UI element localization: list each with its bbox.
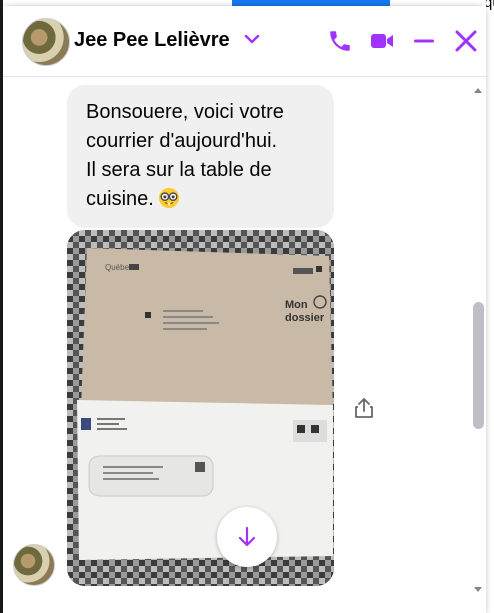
background-text: queb — [486, 0, 494, 11]
background-page-right: queb — [486, 0, 494, 613]
photo-attachment[interactable]: Québec Mon dossier — [67, 230, 334, 586]
chevron-down-icon[interactable] — [243, 30, 261, 48]
scrollbar-up-arrow-icon[interactable] — [473, 86, 483, 96]
message-line: Bonsouere, voici votre — [86, 101, 284, 123]
svg-text:Mon: Mon — [285, 299, 308, 311]
envelope-photo: Québec Mon dossier — [67, 230, 334, 586]
message-list: Bonsouere, voici votre courrier d'aujour… — [3, 77, 486, 613]
chat-header: Jee Pee Lelièvre — [3, 6, 486, 77]
message-line: Il sera sur la table de — [86, 159, 272, 181]
close-icon[interactable] — [453, 28, 479, 54]
avatar[interactable] — [22, 18, 70, 66]
message-text: Bonsouere, voici votre courrier d'aujour… — [86, 98, 326, 214]
scrollbar-thumb[interactable] — [473, 302, 484, 429]
message-line: courrier d'aujourd'hui. — [86, 130, 278, 152]
nerd-face-emoji — [158, 187, 179, 209]
scroll-down-button[interactable] — [217, 507, 277, 567]
share-icon[interactable] — [353, 397, 375, 419]
message-line: cuisine. — [86, 185, 326, 214]
sender-avatar[interactable] — [13, 544, 55, 586]
minimize-icon[interactable] — [411, 28, 437, 54]
chat-window: Jee Pee Lelièvre Bonsouere, voici votre … — [3, 6, 486, 613]
svg-text:dossier: dossier — [285, 312, 325, 324]
video-camera-icon[interactable] — [369, 28, 395, 54]
contact-name[interactable]: Jee Pee Lelièvre — [74, 29, 230, 52]
scrollbar-down-arrow-icon[interactable] — [473, 584, 483, 594]
message-bubble[interactable]: Bonsouere, voici votre courrier d'aujour… — [67, 85, 334, 228]
arrow-down-icon — [238, 526, 256, 547]
quebec-brand: Québec — [105, 263, 133, 272]
phone-icon[interactable] — [327, 28, 353, 54]
